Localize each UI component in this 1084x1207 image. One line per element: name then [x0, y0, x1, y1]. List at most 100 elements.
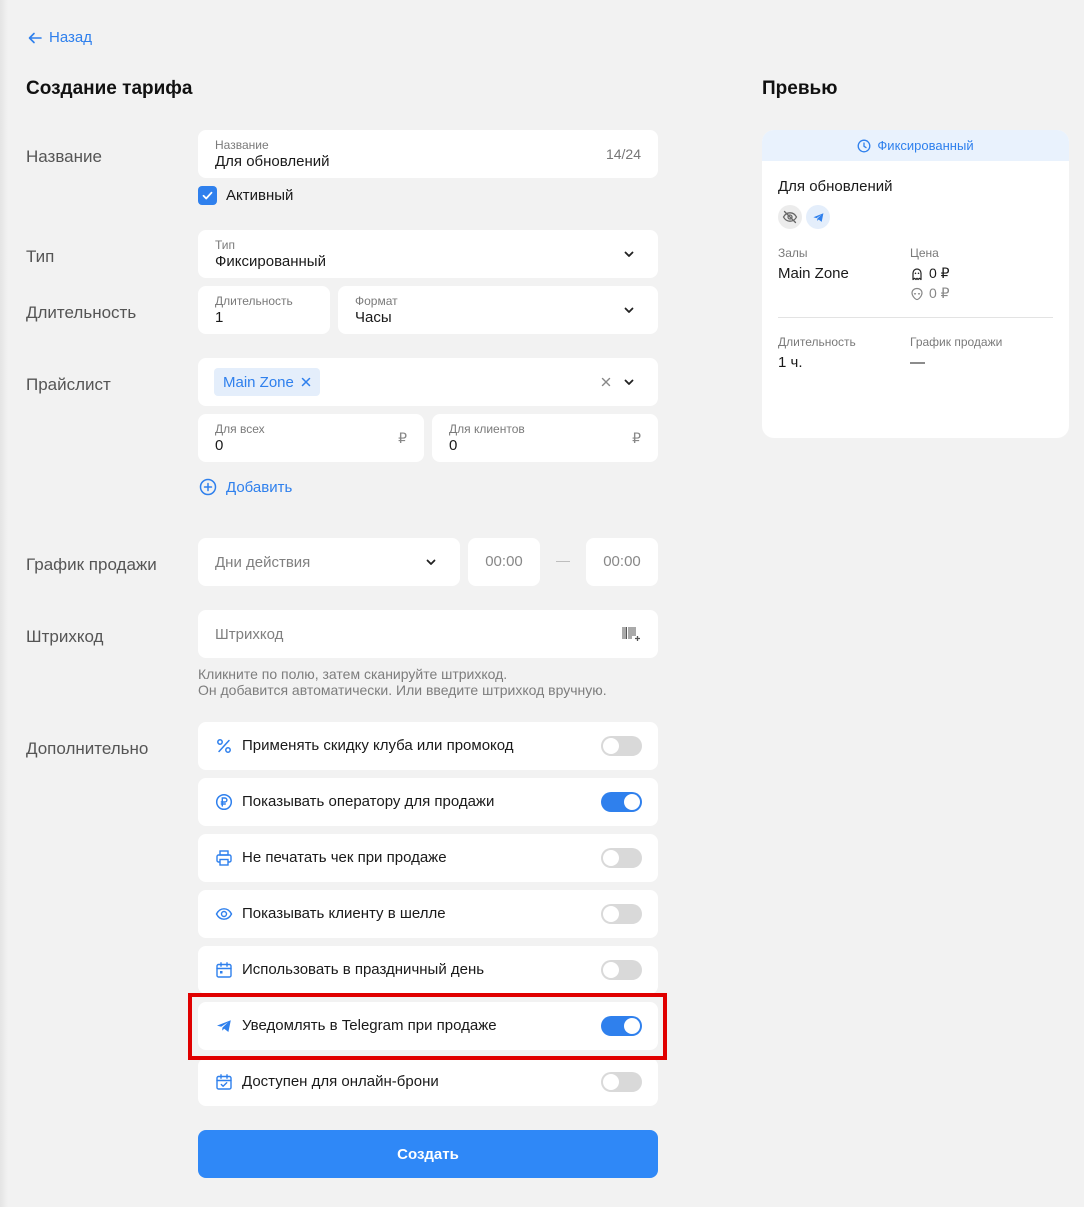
barcode-placeholder: Штрихкод	[215, 626, 284, 643]
preview-type-label: Фиксированный	[877, 138, 974, 153]
row-label-pricelist: Прайслист	[26, 375, 111, 394]
time-from-input[interactable]: 00:00	[468, 538, 540, 586]
chevron-down-icon	[624, 307, 634, 313]
toggle-no-receipt[interactable]	[601, 848, 642, 868]
preview-hidden-badge	[778, 205, 802, 229]
price-for-clients-input[interactable]: Для клиентов 0 ₽	[432, 414, 658, 462]
type-select-value: Фиксированный	[215, 253, 326, 270]
active-checkbox-row[interactable]: Активный	[198, 186, 293, 205]
toggle-discount[interactable]	[601, 736, 642, 756]
option-label-telegram: Уведомлять в Telegram при продаже	[242, 1017, 497, 1034]
row-label-type: Тип	[26, 247, 55, 266]
time-to-input[interactable]: 00:00	[586, 538, 658, 586]
chevron-down-icon	[624, 251, 634, 257]
option-row-telegram[interactable]: Уведомлять в Telegram при продаже	[198, 1002, 658, 1050]
preview-price-label: Цена	[910, 246, 939, 260]
page-edge-shadow	[0, 0, 8, 1207]
duration-input-value: 1	[215, 309, 224, 326]
currency-symbol: ₽	[398, 430, 407, 446]
price-for-clients-label: Для клиентов	[449, 422, 525, 436]
price-for-clients-value: 0	[449, 437, 458, 454]
preview-schedule-label: График продажи	[910, 335, 1003, 349]
format-select[interactable]: Формат Часы	[338, 286, 658, 334]
option-row-show-client[interactable]: Показывать клиенту в шелле	[198, 890, 658, 938]
price-for-all-value: 0	[215, 437, 224, 454]
option-label-no-receipt: Не печатать чек при продаже	[242, 849, 447, 866]
toggle-online-booking[interactable]	[601, 1072, 642, 1092]
option-row-show-operator[interactable]: Показывать оператору для продажи	[198, 778, 658, 826]
toggle-holiday[interactable]	[601, 960, 642, 980]
preview-type-badge: Фиксированный	[762, 130, 1069, 161]
name-char-counter: 14/24	[605, 146, 641, 162]
eye-icon	[215, 908, 233, 920]
option-row-online-booking[interactable]: Доступен для онлайн-брони	[198, 1058, 658, 1106]
eye-off-icon	[782, 210, 798, 224]
format-select-label: Формат	[355, 294, 398, 308]
barcode-input[interactable]: Штрихкод	[198, 610, 658, 658]
chip-remove-icon[interactable]	[301, 377, 311, 387]
toggle-show-client[interactable]	[601, 904, 642, 924]
checkmark-icon	[202, 191, 213, 200]
chevron-down-icon	[426, 559, 436, 565]
clear-icon[interactable]	[601, 377, 611, 387]
option-label-discount: Применять скидку клуба или промокод	[242, 737, 514, 754]
option-label-holiday: Использовать в праздничный день	[242, 961, 485, 978]
preview-telegram-badge	[806, 205, 830, 229]
back-link-label: Назад	[49, 29, 92, 46]
toggle-show-operator[interactable]	[601, 792, 642, 812]
row-label-barcode: Штрихкод	[26, 627, 104, 646]
arrow-left-icon	[28, 32, 42, 43]
price-for-all-input[interactable]: Для всех 0 ₽	[198, 414, 424, 462]
active-checkbox-label: Активный	[226, 187, 294, 204]
preview-card: Фиксированный Для обновлений Залы Main Z…	[762, 130, 1069, 438]
calendar-icon	[216, 962, 232, 978]
active-checkbox[interactable]	[198, 186, 217, 205]
telegram-icon	[812, 212, 823, 222]
calendar-check-icon	[216, 1074, 232, 1090]
preview-price-all-value: 0 ₽	[929, 265, 950, 281]
back-link[interactable]: Назад	[27, 29, 92, 46]
barcode-icon	[622, 627, 640, 641]
preview-halls-value: Main Zone	[778, 265, 849, 282]
telegram-icon	[217, 1020, 231, 1032]
duration-input-label: Длительность	[215, 294, 293, 308]
row-label-schedule: График продажи	[26, 555, 157, 574]
preview-title: Превью	[762, 78, 838, 99]
name-field-label: Название	[215, 138, 269, 152]
row-label-duration: Длительность	[26, 303, 137, 322]
preview-price-clients: 0 ₽	[910, 285, 950, 302]
ghost-icon	[912, 267, 922, 280]
duration-input[interactable]: Длительность 1	[198, 286, 330, 334]
create-button[interactable]: Создать	[198, 1130, 658, 1178]
preview-price-all: 0 ₽	[910, 265, 950, 282]
option-row-no-receipt[interactable]: Не печатать чек при продаже	[198, 834, 658, 882]
option-row-holiday[interactable]: Использовать в праздничный день	[198, 946, 658, 994]
toggle-telegram[interactable]	[601, 1016, 642, 1036]
clock-icon	[857, 139, 871, 152]
add-pricelist-button[interactable]: Добавить	[199, 478, 292, 496]
preview-duration-value: 1 ч.	[778, 354, 803, 371]
option-row-discount[interactable]: Применять скидку клуба или промокод	[198, 722, 658, 770]
days-select[interactable]: Дни действия	[198, 538, 460, 586]
plus-circle-icon	[199, 478, 217, 496]
row-label-name: Название	[26, 147, 102, 166]
add-pricelist-label: Добавить	[226, 478, 293, 496]
option-label-online-booking: Доступен для онлайн-брони	[242, 1073, 439, 1090]
currency-symbol: ₽	[632, 430, 641, 446]
time-to-value: 00:00	[603, 553, 641, 570]
printer-icon	[216, 850, 232, 866]
preview-duration-label: Длительность	[778, 335, 856, 349]
barcode-hint-line-1: Кликните по полю, затем сканируйте штрих…	[198, 666, 508, 682]
pricelist-chip: Main Zone	[214, 368, 320, 396]
option-label-show-operator: Показывать оператору для продажи	[242, 793, 495, 810]
price-for-all-label: Для всех	[215, 422, 265, 436]
type-select[interactable]: Тип Фиксированный	[198, 230, 658, 278]
option-label-show-client: Показывать клиенту в шелле	[242, 905, 446, 922]
page-title: Создание тарифа	[26, 78, 193, 99]
ruble-coin-icon	[215, 793, 233, 811]
pricelist-select[interactable]: Main Zone	[198, 358, 658, 406]
preview-schedule-value: —	[910, 354, 925, 371]
format-select-value: Часы	[355, 309, 392, 326]
name-field[interactable]: Название Для обновлений 14/24	[198, 130, 658, 178]
preview-divider	[778, 317, 1053, 318]
